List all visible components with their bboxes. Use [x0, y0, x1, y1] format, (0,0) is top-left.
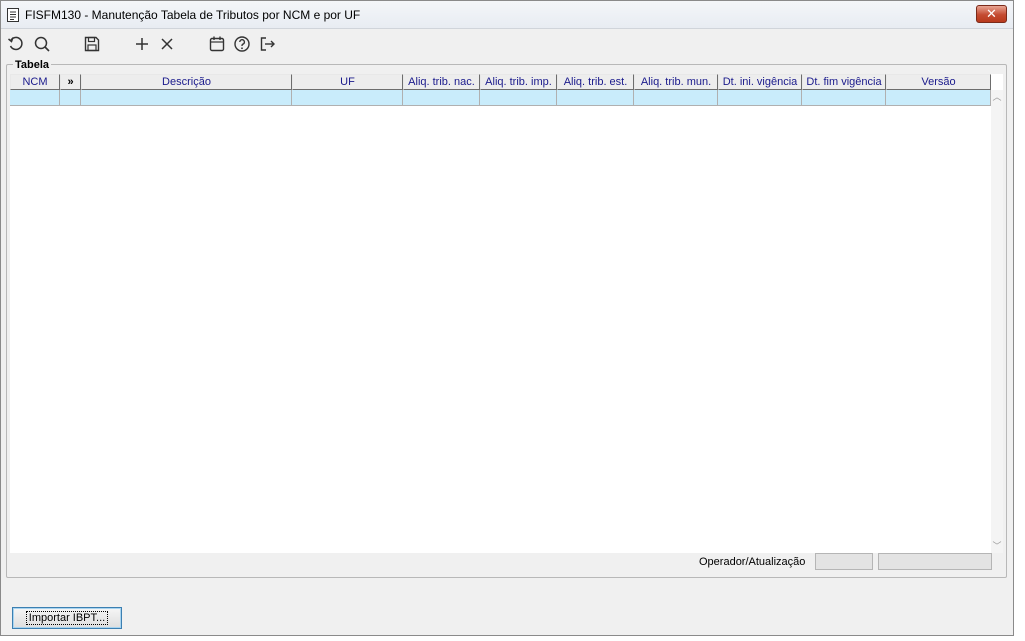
cell-dt-fim[interactable]	[802, 90, 886, 106]
cell-aliq-nac[interactable]	[403, 90, 480, 106]
cell-aliq-est[interactable]	[557, 90, 634, 106]
document-icon	[7, 8, 19, 22]
cell-descricao[interactable]	[81, 90, 292, 106]
operator-field	[815, 553, 873, 570]
cell-aliq-imp[interactable]	[480, 90, 557, 106]
toolbar	[1, 30, 1013, 58]
main-window: FISFM130 - Manutenção Tabela de Tributos…	[0, 0, 1014, 636]
scroll-down-icon[interactable]: ﹀	[992, 541, 1002, 551]
column-header-dt-ini[interactable]: Dt. ini. vigência	[718, 74, 802, 90]
column-header-aliq-nac[interactable]: Aliq. trib. nac.	[403, 74, 480, 90]
table-group: Tabela NCM » Descrição UF Aliq. trib. na…	[6, 59, 1007, 578]
grid-header: NCM » Descrição UF Aliq. trib. nac. Aliq…	[10, 74, 991, 90]
column-header-aliq-imp[interactable]: Aliq. trib. imp.	[480, 74, 557, 90]
add-icon[interactable]	[132, 34, 152, 54]
close-button[interactable]: ✕	[976, 5, 1007, 23]
table-row[interactable]	[10, 90, 991, 106]
delete-icon[interactable]	[157, 34, 177, 54]
column-header-aliq-mun[interactable]: Aliq. trib. mun.	[634, 74, 718, 90]
save-icon[interactable]	[82, 34, 102, 54]
column-header-aliq-est[interactable]: Aliq. trib. est.	[557, 74, 634, 90]
cell-ncm[interactable]	[10, 90, 60, 106]
undo-icon[interactable]	[6, 34, 26, 54]
column-header-versao[interactable]: Versão	[886, 74, 991, 90]
column-header-uf[interactable]: UF	[292, 74, 403, 90]
calendar-icon[interactable]	[207, 34, 227, 54]
column-header-descricao[interactable]: Descrição	[81, 74, 292, 90]
window-title: FISFM130 - Manutenção Tabela de Tributos…	[25, 8, 361, 22]
group-label: Tabela	[13, 59, 52, 71]
import-ibpt-label: Importar IBPT...	[25, 611, 109, 625]
help-icon[interactable]	[232, 34, 252, 54]
column-header-ncm[interactable]: NCM	[10, 74, 60, 90]
cell-uf[interactable]	[292, 90, 403, 106]
cell-expand[interactable]	[60, 90, 81, 106]
cell-versao[interactable]	[886, 90, 991, 106]
search-icon[interactable]	[32, 34, 52, 54]
import-ibpt-button[interactable]: Importar IBPT...	[12, 607, 122, 629]
cell-aliq-mun[interactable]	[634, 90, 718, 106]
scroll-up-icon[interactable]: ︿	[992, 92, 1002, 102]
data-grid[interactable]: NCM » Descrição UF Aliq. trib. nac. Aliq…	[10, 74, 1003, 553]
title-bar[interactable]: FISFM130 - Manutenção Tabela de Tributos…	[1, 1, 1013, 29]
vertical-scrollbar[interactable]: ︿ ﹀	[991, 90, 1003, 553]
column-header-dt-fim[interactable]: Dt. fim vigência	[802, 74, 886, 90]
operator-label: Operador/Atualização	[699, 556, 806, 568]
exit-icon[interactable]	[257, 34, 277, 54]
cell-dt-ini[interactable]	[718, 90, 802, 106]
update-field	[878, 553, 992, 570]
column-expand-button[interactable]: »	[60, 74, 81, 90]
